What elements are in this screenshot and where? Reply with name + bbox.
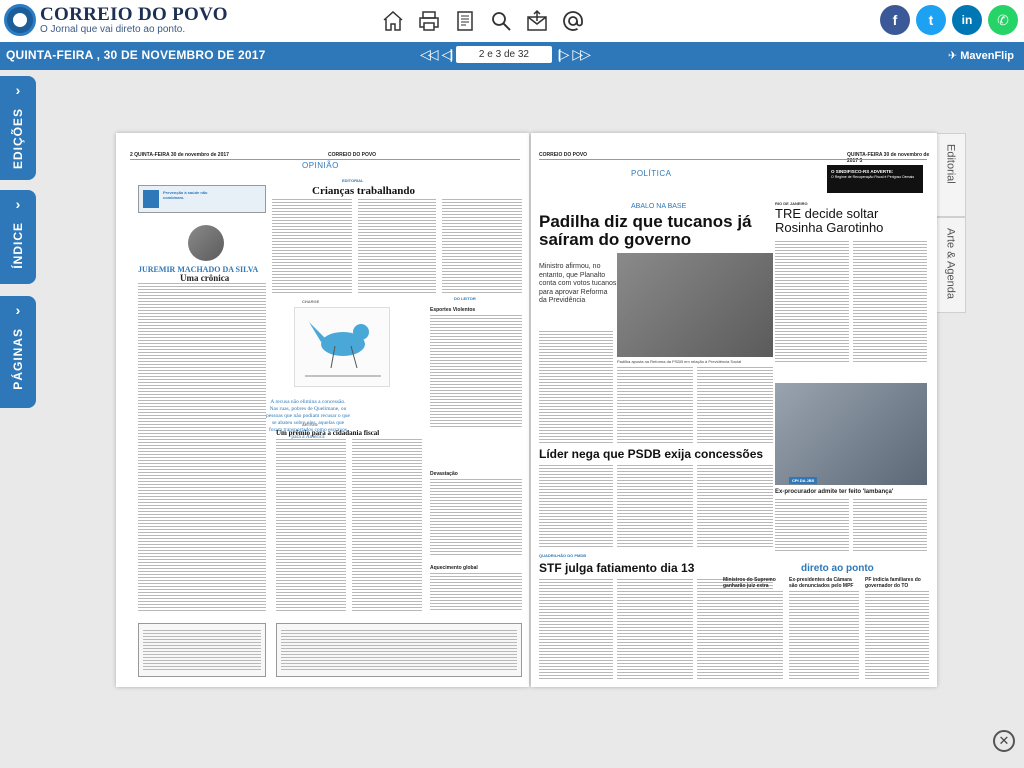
sub-headline: Líder nega que PSDB exija concessões [539,447,764,461]
newspaper-page-right[interactable]: CORREIO DO POVO QUINTA-FEIRA 30 de novem… [531,133,937,687]
tab-arte-agenda[interactable]: Arte & Agenda [936,217,966,313]
section-politica: POLÍTICA [631,169,672,178]
health-ad[interactable]: Prevenção à saúde não combinam. [138,185,266,213]
email-icon[interactable] [560,8,586,34]
editorial-title: Crianças trabalhando [312,185,415,197]
section-opiniao: OPINIÃO [302,161,339,170]
share-icon[interactable] [524,8,550,34]
cpi-headline: Ex-procurador admite ter feito 'lambança… [775,489,894,495]
page-pager: ◁◁ ◁| |▷ ▷▷ [420,46,591,63]
cpi-photo [775,383,927,485]
first-page-icon[interactable]: ◁◁ [420,46,438,63]
prev-page-icon[interactable]: ◁| [442,46,454,63]
tab-paginas[interactable]: › PÁGINAS [0,296,36,408]
right-running-brand: CORREIO DO POVO [539,152,588,158]
left-running-head: 2 QUINTA-FEIRA 30 de novembro de 2017 [130,152,229,158]
home-icon[interactable] [380,8,406,34]
artigo-title: Um prêmio para a cidadania fiscal [276,429,380,437]
tab-edicoes[interactable]: › EDIÇÕES [0,76,36,180]
direto-item-2: Ex-presidentes da Câmara são denunciados… [789,577,854,589]
chevron-right-icon: › [15,82,21,98]
right-running-date: QUINTA-FEIRA 30 de novembro de 2017 3 [847,152,930,164]
padilha-photo [617,253,773,357]
social-buttons: f t in ✆ [880,5,1018,35]
twitter-icon[interactable]: t [916,5,946,35]
charge-label: CHARGE [302,299,320,304]
column-title: Uma crônica [180,273,230,283]
close-icon[interactable]: ✕ [993,730,1015,752]
chevron-right-icon: › [15,196,21,212]
linkedin-icon[interactable]: in [952,5,982,35]
sindifisco-ad[interactable]: O SINDIFISCO-RS ADVERTE: O Regime de Rec… [827,165,923,193]
last-page-icon[interactable]: ▷▷ [572,46,590,63]
search-icon[interactable] [488,8,514,34]
direto-item-3: PF indicia familiares do governador do T… [865,577,921,589]
top-header: CORREIO DO POVO O Jornal que vai direto … [0,0,1024,42]
document-icon[interactable] [452,8,478,34]
stf-kicker: QUADRILHÃO DO PMDB [539,553,587,558]
cpi-badge: CPI DA JBS [789,477,818,484]
letter-title-2: Devastação [430,471,458,477]
charge-cartoon [294,307,390,387]
do-leitor-label: DO LEITOR [454,296,476,301]
story-kicker: ABALO NA BASE [631,203,687,210]
print-icon[interactable] [416,8,442,34]
brand-title: CORREIO DO POVO [40,4,228,25]
chevron-right-icon: › [15,302,21,318]
tre-headline: TRE decide soltar Rosinha Garotinho [775,206,884,235]
mavenflip-brand[interactable]: ✈ MavenFlip [947,49,1014,63]
brand-tagline: O Jornal que vai direto ao ponto. [40,24,186,35]
editorial-tag: EDITORIAL [342,178,364,183]
edition-date: QUINTA-FEIRA , 30 DE NOVEMBRO DE 2017 [6,48,266,62]
page-indicator-input[interactable] [455,46,552,63]
newspaper-page-left[interactable]: 2 QUINTA-FEIRA 30 de novembro de 2017 CO… [116,133,529,687]
photo-caption: Padilha aposta na Reforma da PSDB em rel… [617,359,742,364]
left-running-brand: CORREIO DO POVO [328,152,377,158]
direto-item-1: Ministros do Supremo ganharão juiz extra [723,577,776,589]
facebook-icon[interactable]: f [880,5,910,35]
whatsapp-icon[interactable]: ✆ [988,5,1018,35]
story-deck: Ministro afirmou, no entanto, que Planal… [539,263,617,304]
navigation-bar: QUINTA-FEIRA , 30 DE NOVEMBRO DE 2017 ◁◁… [0,42,1024,70]
artigo-label: ARTIGO [302,422,318,427]
stf-headline: STF julga fatiamento dia 13 [539,561,695,575]
direto-ao-ponto-title: direto ao ponto [801,563,874,574]
letter-title-3: Aquecimento global [430,565,478,571]
column-body [138,283,266,611]
tab-editorial[interactable]: Editorial [936,133,966,217]
tab-indice[interactable]: › ÍNDICE [0,190,36,284]
brand-logo[interactable]: CORREIO DO POVO O Jornal que vai direto … [4,4,228,36]
next-page-icon[interactable]: |▷ [558,46,570,63]
columnist-avatar [188,225,224,261]
footer-ad-left[interactable] [138,623,266,677]
toolbar [380,8,586,34]
mavenflip-logo-icon: ✈ [947,50,958,62]
letter-title-1: Esportes Violentos [430,307,476,313]
footer-ad-right[interactable] [276,623,522,677]
main-headline: Padilha diz que tucanos já saíram do gov… [539,212,752,249]
logo-badge-icon [4,4,36,36]
